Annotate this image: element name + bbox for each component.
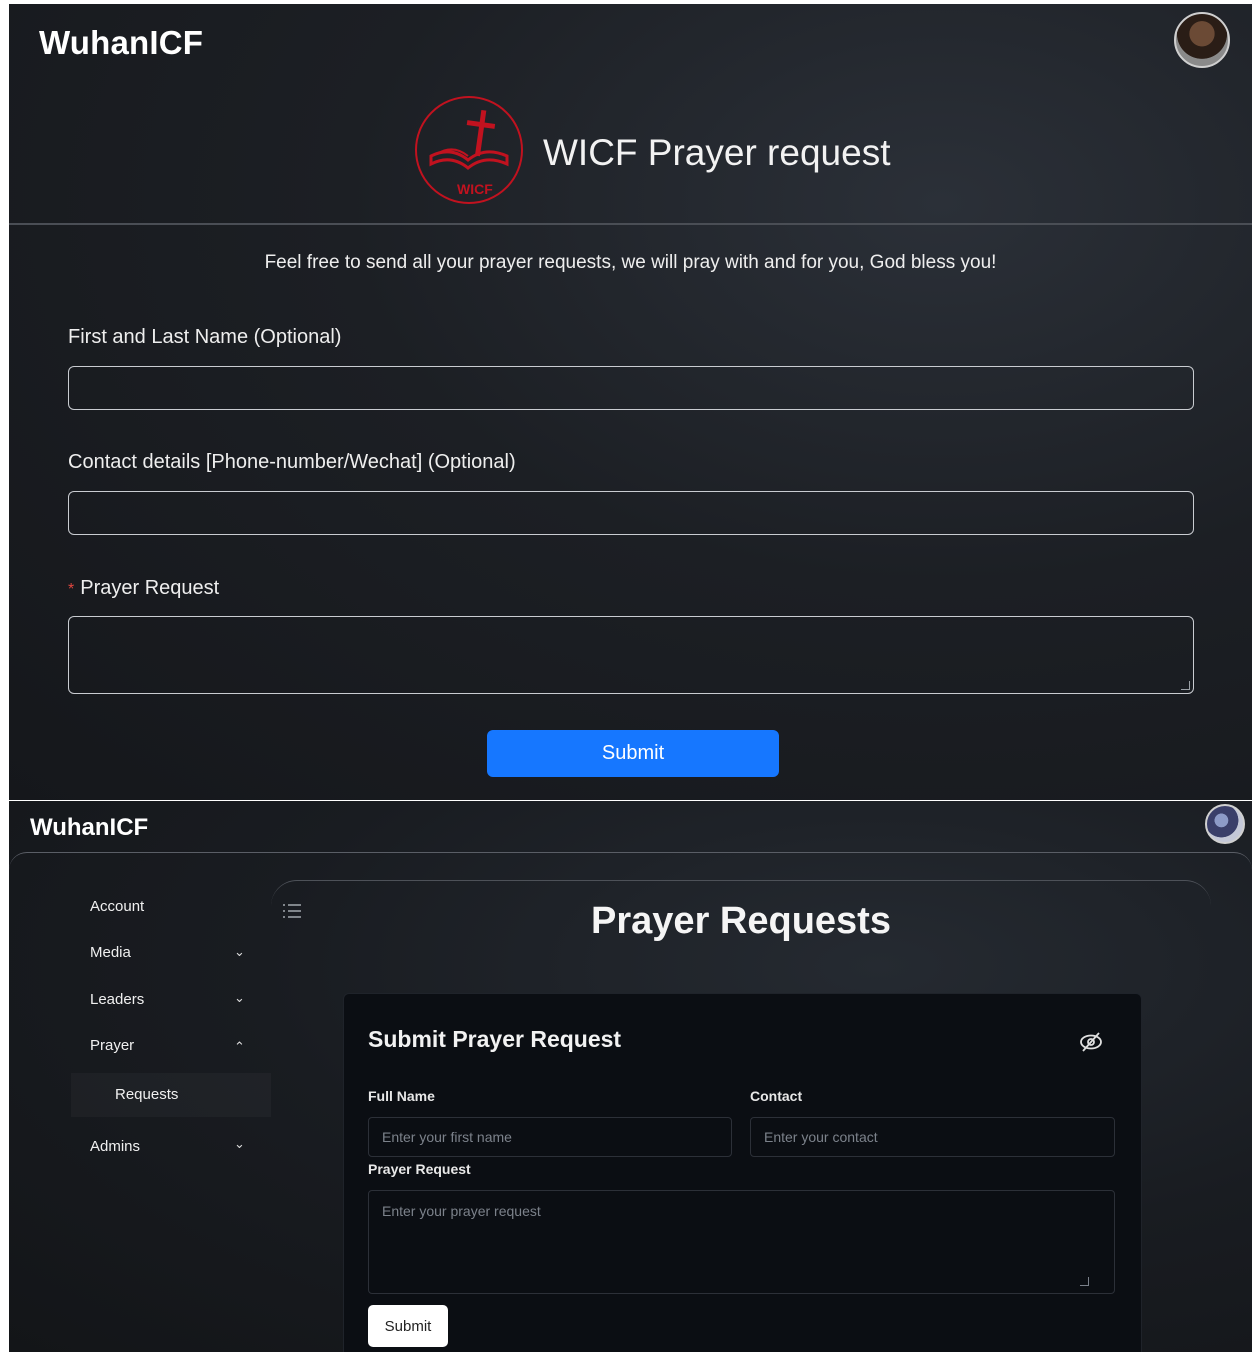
sidebar-subitem-label: Requests [115,1086,179,1103]
required-marker: * [68,581,75,598]
wicf-logo: WICF [415,96,523,204]
page-title: Prayer Requests [591,900,891,942]
chevron-down-icon[interactable]: ⌄ [234,1136,245,1152]
prayer-label-text: Prayer Request [80,577,220,599]
submit-button[interactable]: Submit [368,1305,448,1347]
sidebar-subitem-requests[interactable]: Requests [71,1073,271,1117]
full-name-input[interactable] [368,1117,732,1157]
contact-label: Contact details [Phone-number/Wechat] (O… [68,451,516,473]
submit-button[interactable]: Submit [487,730,779,777]
sidebar-item-leaders[interactable]: Leaders [90,991,144,1008]
chevron-down-icon[interactable]: ⌄ [234,990,245,1006]
header-divider [9,223,1252,225]
resize-handle[interactable] [1181,681,1190,690]
sidebar-item-media[interactable]: Media [90,944,131,961]
admin-dashboard-panel: WuhanICF Account Media ⌄ Leaders ⌄ Praye… [9,801,1252,1352]
user-avatar[interactable] [1174,12,1230,68]
site-brand[interactable]: WuhanICF [39,24,203,62]
full-name-label: Full Name [368,1088,435,1104]
prayer-label: * Prayer Request [68,577,219,600]
logo-text: WICF [457,181,493,197]
chevron-up-icon[interactable]: ⌃ [234,1039,245,1055]
sidebar-item-admins[interactable]: Admins [90,1138,140,1155]
sidebar-item-prayer[interactable]: Prayer [90,1037,134,1054]
name-input[interactable] [68,366,1194,410]
prayer-request-label: Prayer Request [368,1161,471,1177]
user-avatar[interactable] [1205,804,1245,844]
contact-input[interactable] [68,491,1194,535]
public-prayer-form-panel: WuhanICF WICF WICF Prayer request Feel f… [9,4,1252,800]
resize-handle[interactable] [1080,1277,1089,1286]
contact-label: Contact [750,1088,803,1104]
eye-off-icon[interactable] [1078,1030,1104,1054]
intro-text: Feel free to send all your prayer reques… [264,252,997,273]
chevron-down-icon[interactable]: ⌄ [234,944,245,960]
site-brand[interactable]: WuhanICF [30,814,148,842]
contact-input[interactable] [750,1117,1115,1157]
prayer-request-textarea[interactable] [368,1190,1115,1294]
card-title: Submit Prayer Request [368,1026,622,1052]
submit-prayer-card: Submit Prayer Request Full Name Contact … [343,993,1142,1352]
name-label: First and Last Name (Optional) [68,326,342,348]
page-title: WICF Prayer request [543,132,891,173]
prayer-textarea[interactable] [68,616,1194,694]
